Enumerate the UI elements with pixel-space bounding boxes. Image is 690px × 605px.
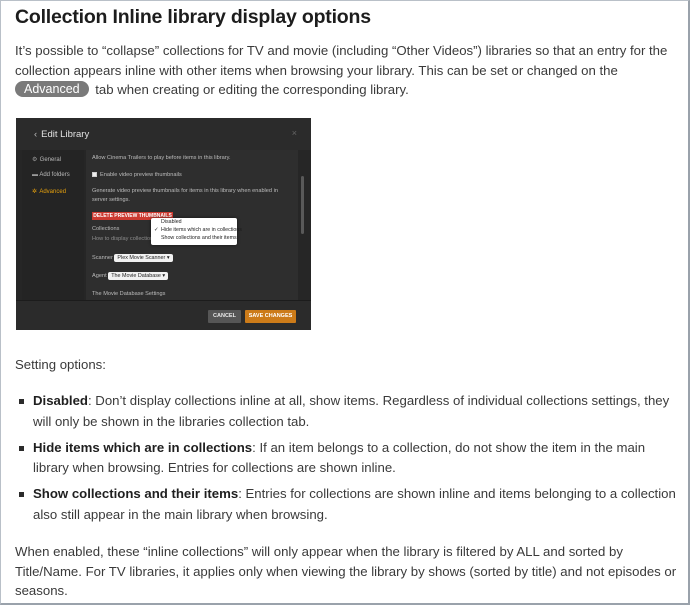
bullet-icon [19, 492, 24, 497]
list-item-hide-items: Hide items which are in collections: If … [15, 438, 679, 479]
chevron-left-icon: ‹ [34, 129, 38, 140]
thumbnails-checkbox [92, 172, 97, 177]
dialog-sidebar: ⚙ General ▬ Add folders ✲ Advanced [22, 150, 84, 300]
settings-icon: ✲ [32, 189, 38, 195]
scanner-select: Plex Movie Scanner ▾ [114, 254, 173, 262]
how-to-display-text: How to display collections [92, 236, 157, 242]
sidebar-item-general: ⚙ General [32, 157, 62, 163]
thumbnails-description: Generate video preview thumbnails for it… [92, 188, 278, 194]
dialog-scrollbar [301, 176, 304, 234]
dialog-footer: CANCEL SAVE CHANGES [16, 300, 311, 330]
save-changes-button: SAVE CHANGES [245, 310, 296, 323]
checkmark-icon: ✓ [154, 227, 159, 233]
dialog-title: Edit Library [41, 129, 90, 140]
cinema-trailers-text: Allow Cinema Trailers to play before ite… [92, 155, 231, 161]
bullet-icon [19, 399, 24, 404]
bullet-icon [19, 445, 24, 451]
close-icon: × [291, 128, 297, 138]
gear-icon: ⚙ [32, 157, 38, 163]
list-item-show-collections: Show collections and their items: Entrie… [15, 484, 679, 525]
scanner-row: Scanner Plex Movie Scanner ▾ [92, 254, 173, 262]
list-item-disabled: Disabled: Don’t display collections inli… [15, 391, 679, 432]
intro-paragraph: It’s possible to “collapse” collections … [15, 41, 675, 100]
page-title: Collection Inline library display option… [15, 6, 371, 28]
sidebar-item-add-folders: ▬ Add folders [32, 172, 70, 178]
thumbnails-checkbox-row: Enable video preview thumbnails [92, 172, 182, 178]
options-list: Disabled: Don’t display collections inli… [15, 391, 679, 531]
agent-select: The Movie Database ▾ [108, 272, 169, 280]
dialog-titlebar: ‹ Edit Library × [16, 118, 311, 150]
dropdown-option-show-collections: Show collections and their items [161, 235, 237, 241]
tmdb-settings-text: The Movie Database Settings [92, 291, 166, 297]
thumbnails-description-cont: server settings. [92, 197, 130, 203]
closing-paragraph: When enabled, these “inline collections”… [15, 544, 677, 598]
folder-icon: ▬ [32, 172, 38, 178]
agent-row: Agent The Movie Database ▾ [92, 272, 169, 280]
dropdown-option-disabled: Disabled [161, 219, 182, 225]
collections-dropdown: Disabled ✓ Hide items which are in colle… [151, 218, 242, 245]
article-page: Collection Inline library display option… [0, 0, 690, 605]
collections-label: Collections [92, 226, 120, 232]
dropdown-option-hide-items: Hide items which are in collections [161, 227, 242, 233]
intro-text-end: tab when creating or editing the corresp… [91, 82, 409, 97]
setting-options-label: Setting options: [15, 357, 106, 372]
edit-library-screenshot: ‹ Edit Library × ⚙ General ▬ Add folders … [16, 118, 311, 330]
intro-text-start: It’s possible to “collapse” collections … [15, 43, 668, 78]
sidebar-item-advanced: ✲ Advanced [32, 189, 67, 195]
advanced-tab-badge: Advanced [15, 81, 89, 97]
cancel-button: CANCEL [208, 310, 241, 323]
